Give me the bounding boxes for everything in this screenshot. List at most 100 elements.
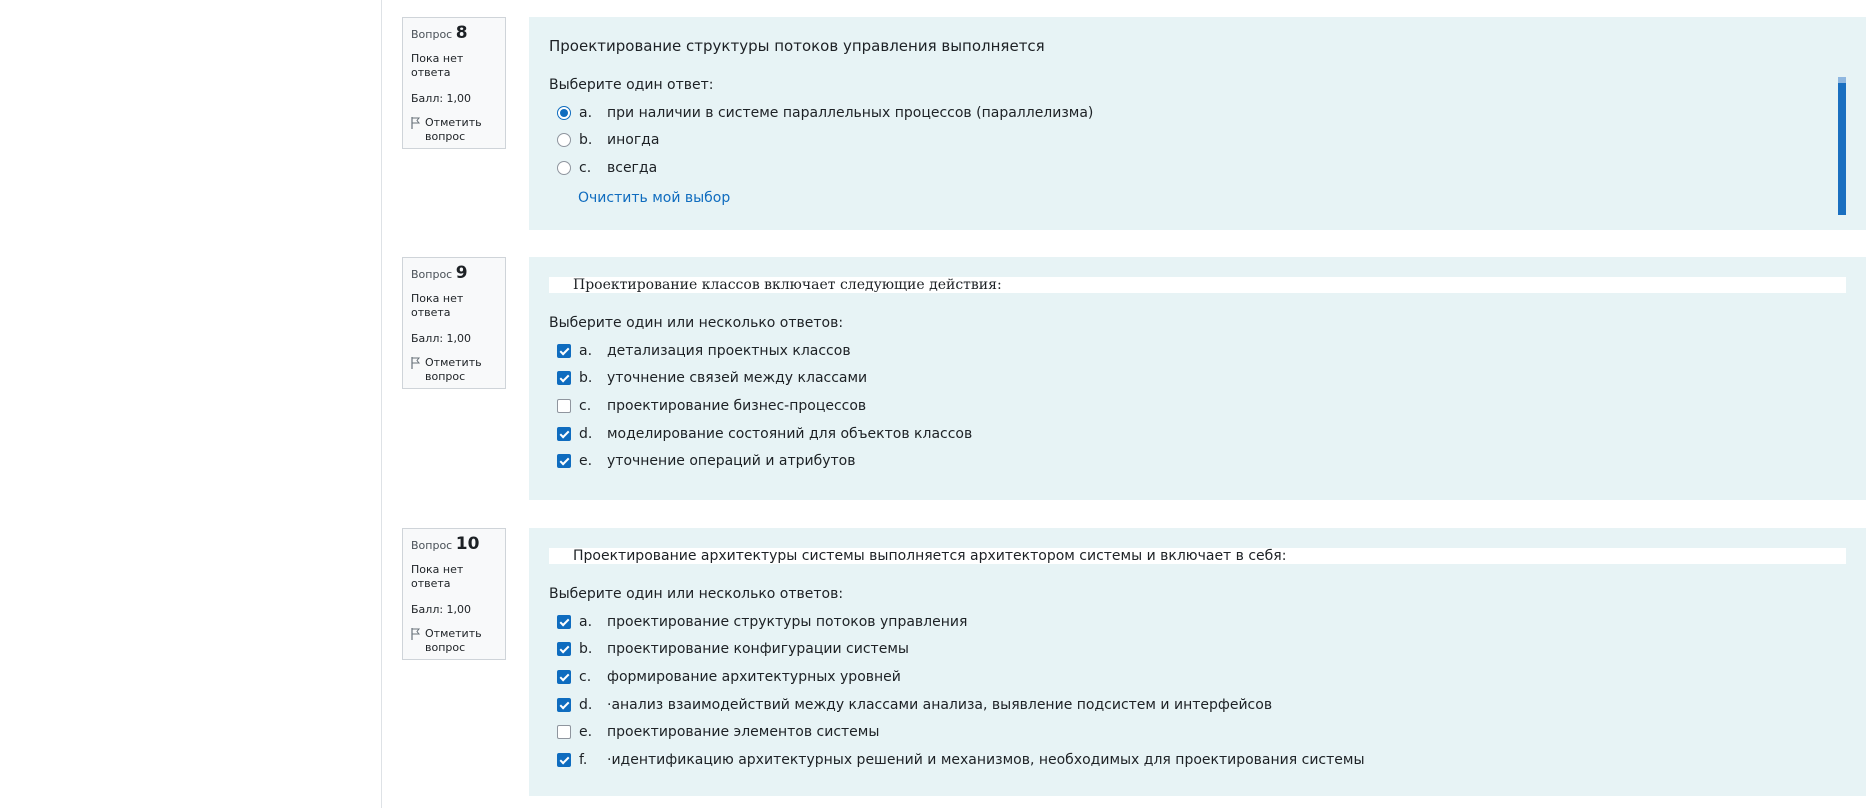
answer-text: ·идентификацию архитектурных решений и м…	[607, 751, 1365, 768]
flag-label-line1: Отметить	[425, 627, 482, 640]
answer-option-c[interactable]: c. всегда	[549, 154, 1846, 182]
answer-letter: b.	[579, 641, 593, 658]
question-grade: Балл: 1,00	[411, 603, 472, 616]
answer-checkbox-c[interactable]	[557, 398, 571, 413]
flag-question-link[interactable]: Отметить вопрос	[411, 627, 505, 655]
question-number-line: Вопрос 9	[411, 263, 505, 283]
answer-letter: a.	[579, 104, 593, 121]
answer-checkbox-a[interactable]	[557, 343, 571, 358]
answer-letter: b.	[579, 370, 593, 387]
answer-text: моделирование состояний для объектов кла…	[607, 425, 973, 442]
question-state: Пока нет ответа	[411, 52, 464, 79]
question-text: Проектирование структуры потоков управле…	[549, 37, 1045, 55]
answer-option-e[interactable]: e. проектирование элементов системы	[549, 718, 1846, 746]
question-state: Пока нет ответа	[411, 563, 464, 590]
answer-option-d[interactable]: d. ·анализ взаимодействий между классами…	[549, 691, 1846, 719]
answer-radio-a[interactable]	[557, 105, 571, 120]
flag-icon	[411, 357, 421, 369]
question-grade: Балл: 1,00	[411, 92, 472, 105]
answer-text: проектирование бизнес-процессов	[607, 397, 867, 414]
flag-label-line1: Отметить	[425, 116, 482, 129]
question-8: Вопрос 8 Пока нет ответа Балл: 1,00 Отме…	[402, 17, 1866, 230]
flag-icon	[411, 628, 421, 640]
question-number-line: Вопрос 8	[411, 23, 505, 43]
question-info-panel: Вопрос 10 Пока нет ответа Балл: 1,00 Отм…	[402, 528, 506, 660]
answer-option-d[interactable]: d. моделирование состояний для объектов …	[549, 420, 1846, 448]
question-label: Вопрос	[411, 268, 453, 281]
scrollbar-thumb[interactable]	[1838, 77, 1846, 215]
question-number-line: Вопрос 10	[411, 534, 505, 554]
answer-text: детализация проектных классов	[607, 342, 851, 359]
question-content: Проектирование архитектуры системы выпол…	[529, 528, 1866, 796]
answer-text: ·анализ взаимодействий между классами ан…	[607, 696, 1273, 713]
question-text: Проектирование классов включает следующи…	[549, 277, 1846, 293]
answer-radio-b[interactable]	[557, 133, 571, 148]
answer-letter: a.	[579, 342, 593, 359]
answer-radio-c[interactable]	[557, 160, 571, 175]
question-content: Проектирование структуры потоков управле…	[529, 17, 1866, 230]
answer-option-a[interactable]: a. проектирование структуры потоков упра…	[549, 608, 1846, 636]
answer-checkbox-d[interactable]	[557, 426, 571, 441]
question-9: Вопрос 9 Пока нет ответа Балл: 1,00 Отме…	[402, 257, 1866, 500]
answer-letter: e.	[579, 724, 593, 741]
answer-letter: f.	[579, 751, 588, 768]
answer-text: всегда	[607, 159, 658, 176]
answer-checkbox-d[interactable]	[557, 697, 571, 712]
answer-option-f[interactable]: f. ·идентификацию архитектурных решений …	[549, 746, 1846, 774]
flag-label-line1: Отметить	[425, 356, 482, 369]
answer-text: иногда	[607, 132, 660, 149]
flag-label-line2: вопрос	[425, 641, 466, 654]
answer-checkbox-b[interactable]	[557, 371, 571, 386]
answer-text: уточнение операций и атрибутов	[607, 453, 856, 470]
answer-option-b[interactable]: b. проектирование конфигурации системы	[549, 636, 1846, 664]
question-10: Вопрос 10 Пока нет ответа Балл: 1,00 Отм…	[402, 528, 1866, 796]
question-info-panel: Вопрос 9 Пока нет ответа Балл: 1,00 Отме…	[402, 257, 506, 389]
answer-prompt: Выберите один или несколько ответов:	[549, 315, 844, 331]
answer-checkbox-b[interactable]	[557, 642, 571, 657]
left-column-divider	[381, 0, 382, 808]
question-number: 9	[455, 263, 468, 283]
answer-text: уточнение связей между классами	[607, 370, 868, 387]
answer-checkbox-a[interactable]	[557, 614, 571, 629]
answer-checkbox-f[interactable]	[557, 752, 571, 767]
question-grade: Балл: 1,00	[411, 332, 472, 345]
answer-prompt: Выберите один или несколько ответов:	[549, 586, 844, 602]
question-info-panel: Вопрос 8 Пока нет ответа Балл: 1,00 Отме…	[402, 17, 506, 149]
question-state: Пока нет ответа	[411, 292, 464, 319]
answer-letter: c.	[579, 668, 592, 685]
answer-text: формирование архитектурных уровней	[607, 668, 901, 685]
answer-checkbox-c[interactable]	[557, 669, 571, 684]
question-label: Вопрос	[411, 539, 453, 552]
answer-letter: a.	[579, 613, 593, 630]
flag-label-line2: вопрос	[425, 370, 466, 383]
question-number: 8	[455, 23, 468, 43]
flag-icon	[411, 117, 421, 129]
scrollbar-arrow[interactable]	[1838, 77, 1846, 83]
flag-label-line2: вопрос	[425, 130, 466, 143]
question-number: 10	[455, 534, 480, 554]
answer-letter: c.	[579, 397, 592, 414]
answer-option-b[interactable]: b. иногда	[549, 127, 1846, 155]
answer-letter: d.	[579, 696, 593, 713]
answer-prompt: Выберите один ответ:	[549, 77, 714, 93]
answer-option-e[interactable]: e. уточнение операций и атрибутов	[549, 447, 1846, 475]
answer-text: проектирование структуры потоков управле…	[607, 613, 968, 630]
answer-checkbox-e[interactable]	[557, 725, 571, 740]
answer-letter: d.	[579, 425, 593, 442]
answer-option-c[interactable]: c. проектирование бизнес-процессов	[549, 392, 1846, 420]
answer-option-a[interactable]: a. при наличии в системе параллельных пр…	[549, 99, 1846, 127]
question-text: Проектирование архитектуры системы выпол…	[549, 548, 1846, 564]
flag-question-link[interactable]: Отметить вопрос	[411, 116, 505, 144]
answer-text: проектирование конфигурации системы	[607, 641, 909, 658]
answer-checkbox-e[interactable]	[557, 454, 571, 469]
question-content: Проектирование классов включает следующи…	[529, 257, 1866, 500]
scrollbar[interactable]	[1838, 77, 1846, 215]
answer-letter: e.	[579, 453, 593, 470]
answer-option-a[interactable]: a. детализация проектных классов	[549, 337, 1846, 365]
flag-question-link[interactable]: Отметить вопрос	[411, 356, 505, 384]
question-label: Вопрос	[411, 28, 453, 41]
answer-text: при наличии в системе параллельных проце…	[607, 104, 1094, 121]
answer-option-c[interactable]: c. формирование архитектурных уровней	[549, 663, 1846, 691]
clear-choice-link[interactable]: Очистить мой выбор	[578, 190, 730, 206]
answer-option-b[interactable]: b. уточнение связей между классами	[549, 365, 1846, 393]
